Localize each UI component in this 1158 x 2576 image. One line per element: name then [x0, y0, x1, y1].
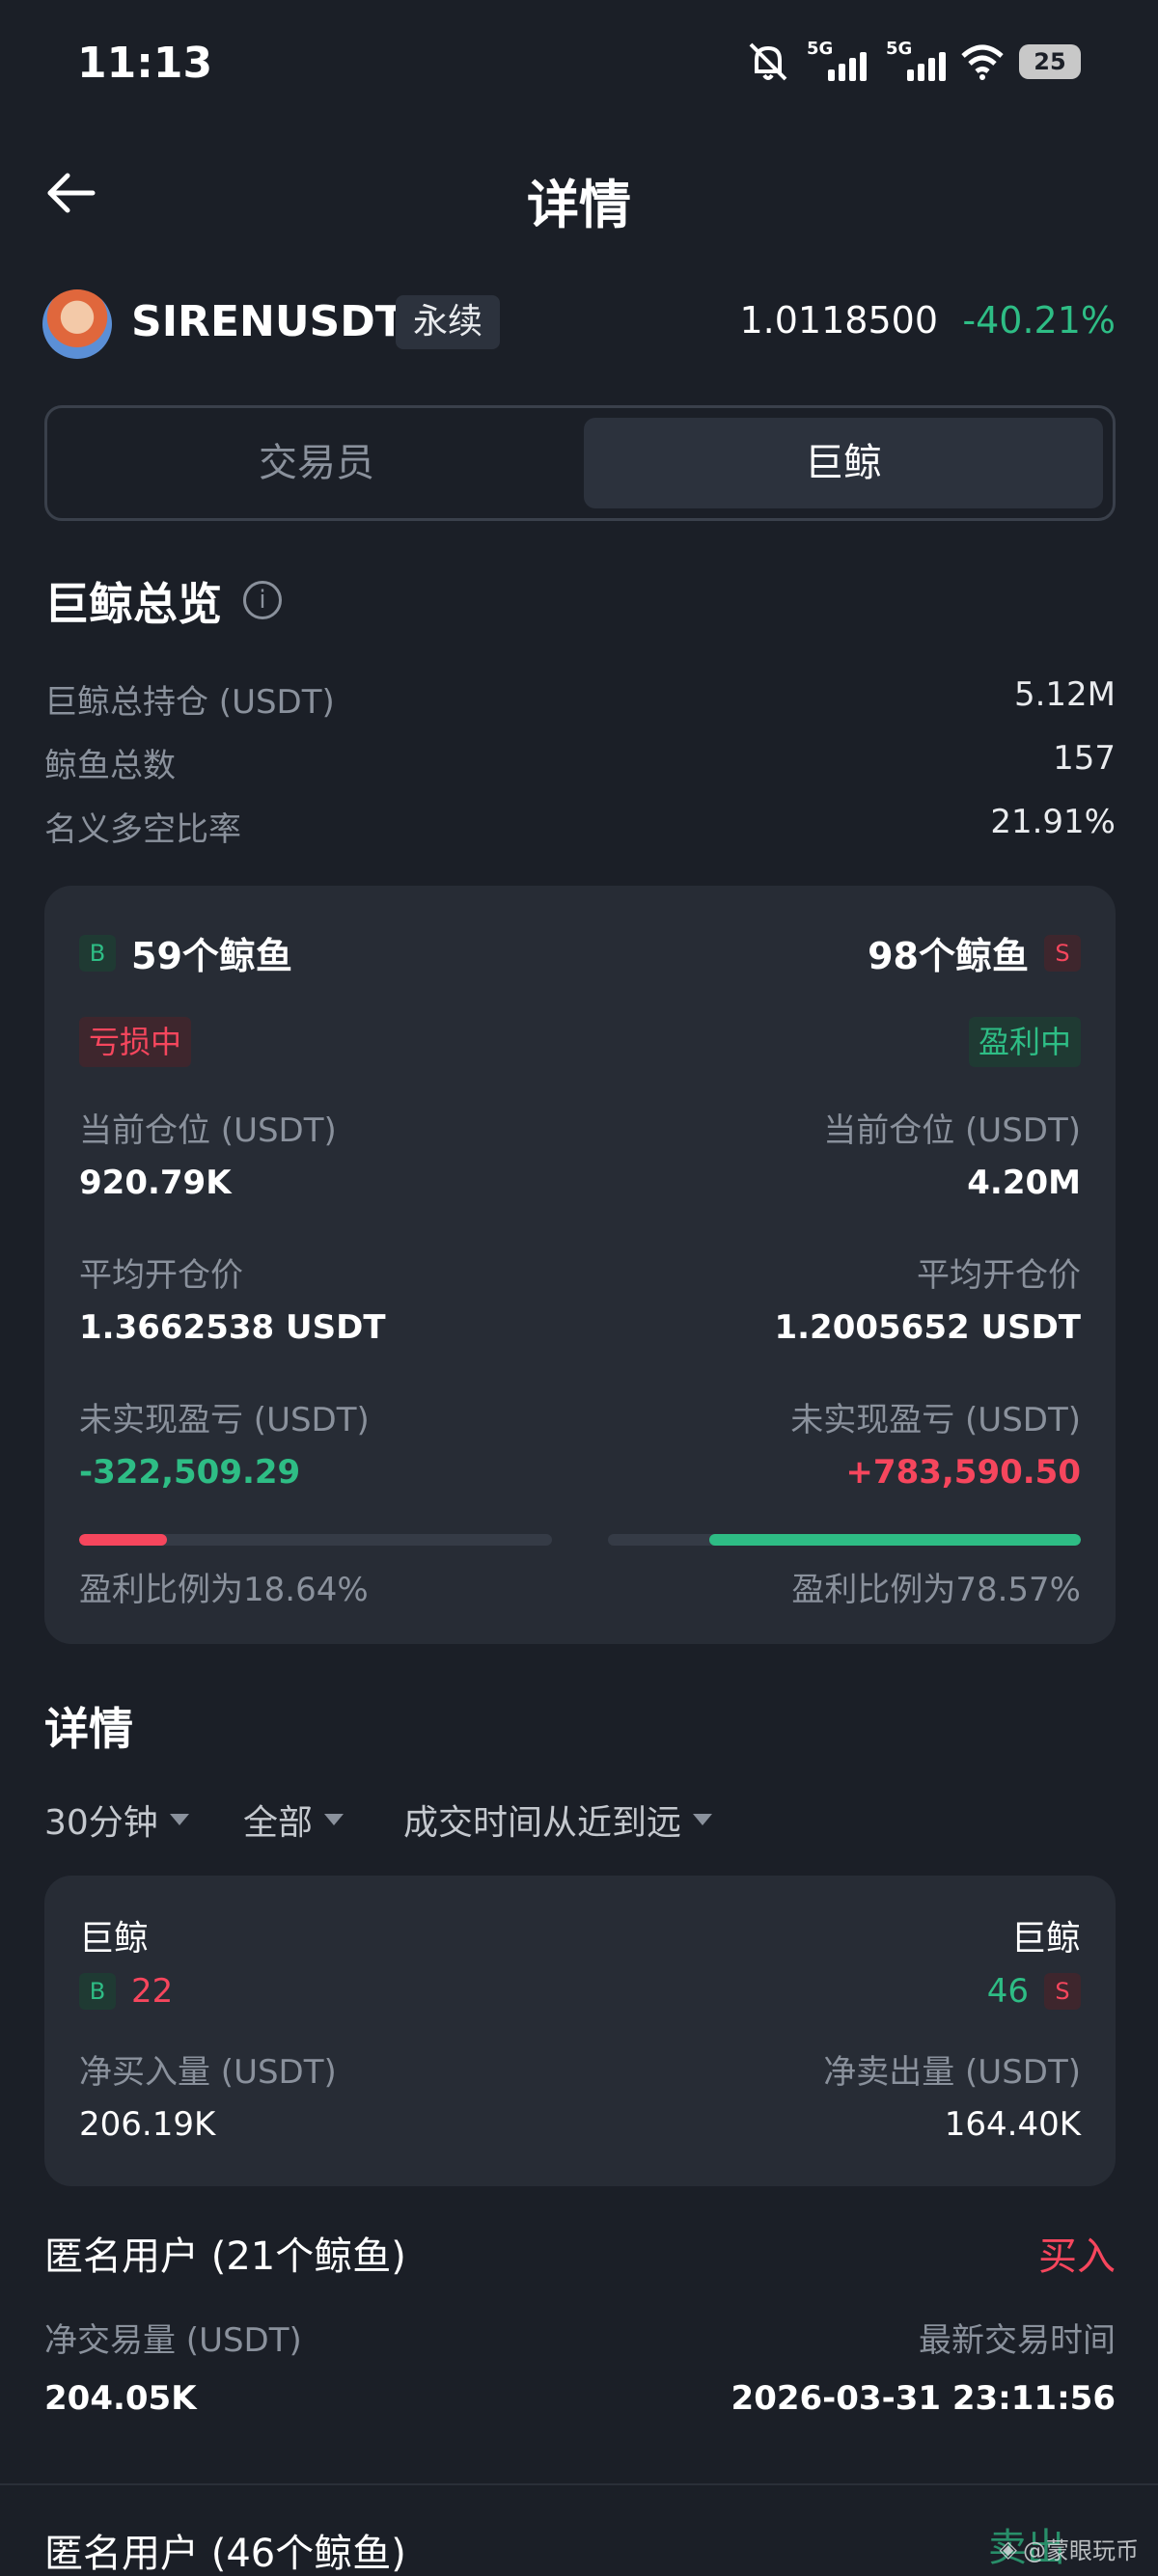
sell-badge: S [1044, 1973, 1081, 2010]
buy-whale-count: 22 [131, 1972, 174, 2011]
net-buy-label: 净买入量 (USDT) [79, 2053, 337, 2092]
record-time-label: 最新交易时间 [919, 2321, 1116, 2360]
short-avg-label: 平均开仓价 [917, 1256, 1081, 1295]
signal-icon-2: 5G [886, 39, 946, 81]
short-profit-bar [608, 1534, 1081, 1546]
tab-whales[interactable]: 巨鲸 [584, 418, 1103, 508]
summary-right-title: 巨鲸 [1010, 1919, 1081, 1959]
whale-detail-page: 11:13 5G 5G 25 详情 SIRENUSDT 永续 1.0118500… [0, 0, 1158, 2576]
wifi-icon [961, 44, 1004, 80]
long-whale-count: 59个鲸鱼 [131, 935, 292, 977]
contract-type-badge: 永续 [396, 295, 501, 349]
details-summary-card: 巨鲸 B 22 净买入量 (USDT) 206.19K 巨鲸 46 S 净卖出量… [44, 1876, 1116, 2186]
filter-side-label: 全部 [243, 1803, 314, 1843]
short-status-tag: 盈利中 [968, 1017, 1081, 1067]
long-avg-price: 1.3662538 USDT [79, 1308, 386, 1347]
overview-value: 21.91% [990, 803, 1116, 841]
record-name[interactable]: 匿名用户 (46个鲸鱼) [44, 2522, 406, 2576]
overview-row-whale-count: 鲸鱼总数 157 [44, 739, 1116, 787]
battery-icon: 25 [1019, 44, 1081, 79]
short-pnl-label: 未实现盈亏 (USDT) [790, 1401, 1081, 1439]
record-side: 买入 [1038, 2234, 1116, 2279]
long-avg-label: 平均开仓价 [79, 1256, 243, 1295]
sell-badge: S [1044, 934, 1081, 972]
filter-sort-label: 成交时间从近到远 [403, 1803, 682, 1843]
summary-buy-count: B 22 [79, 1972, 173, 2011]
symbol-price: 1.0118500 [739, 299, 939, 342]
long-profit-bar-fill [79, 1534, 168, 1546]
info-icon[interactable]: i [243, 581, 282, 619]
net-sell-value: 164.40K [944, 2105, 1081, 2144]
summary-left-title: 巨鲸 [79, 1919, 150, 1959]
net-sell-label: 净卖出量 (USDT) [823, 2053, 1081, 2092]
long-pnl-value: -322,509.29 [79, 1453, 301, 1492]
sell-whale-count: 46 [986, 1972, 1029, 2011]
caret-down-icon [693, 1814, 713, 1825]
details-title: 详情 [44, 1703, 133, 1755]
bell-muted-icon [749, 42, 787, 81]
short-avg-price: 1.2005652 USDT [774, 1308, 1081, 1347]
symbol-name: SIRENUSDT [131, 297, 404, 346]
header: 详情 [0, 145, 1158, 241]
long-status-tag: 亏损中 [79, 1017, 192, 1067]
short-header: 98个鲸鱼 S [868, 926, 1081, 979]
watermark: ◈ @蒙眼玩币 [1000, 2532, 1139, 2565]
overview-label: 名义多空比率 [44, 810, 241, 849]
short-pnl-value: +783,590.50 [845, 1453, 1081, 1492]
buy-badge: B [79, 1973, 116, 2010]
overview-label: 巨鲸总持仓 (USDT) [44, 683, 335, 722]
net-buy-value: 206.19K [79, 2105, 216, 2144]
buy-badge: B [79, 934, 116, 972]
overview-row-total-position: 巨鲸总持仓 (USDT) 5.12M [44, 675, 1116, 724]
record-volume-label: 净交易量 (USDT) [44, 2321, 302, 2360]
segment-tabs: 交易员 巨鲸 [44, 405, 1116, 521]
overview-title: 巨鲸总览 [44, 578, 222, 630]
status-time: 11:13 [77, 39, 213, 88]
caret-down-icon [169, 1814, 189, 1825]
filter-side[interactable]: 全部 [243, 1795, 345, 1845]
record-time: 2026-03-31 23:11:56 [731, 2379, 1116, 2418]
short-whale-count: 98个鲸鱼 [868, 935, 1029, 977]
filter-timeframe-label: 30分钟 [44, 1803, 158, 1843]
token-avatar [42, 289, 112, 359]
summary-sell-count: 46 S [987, 1972, 1081, 2011]
record-volume: 204.05K [44, 2379, 197, 2418]
long-ratio-text: 盈利比例为18.64% [79, 1571, 369, 1609]
long-position-label: 当前仓位 (USDT) [79, 1111, 337, 1150]
short-ratio-text: 盈利比例为78.57% [791, 1571, 1081, 1609]
long-header: B 59个鲸鱼 [79, 926, 292, 979]
short-position-label: 当前仓位 (USDT) [823, 1111, 1081, 1150]
watermark-text: @蒙眼玩币 [1023, 2537, 1139, 2564]
long-pnl-label: 未实现盈亏 (USDT) [79, 1401, 370, 1439]
record-name[interactable]: 匿名用户 (21个鲸鱼) [44, 2225, 406, 2281]
symbol-row: SIRENUSDT 永续 1.0118500 -40.21% [42, 286, 1116, 363]
page-title: 详情 [527, 175, 631, 235]
status-bar: 11:13 5G 5G 25 [0, 0, 1158, 125]
caret-down-icon [324, 1814, 345, 1825]
whale-long-short-card: B 59个鲸鱼 亏损中 当前仓位 (USDT) 920.79K 平均开仓价 1.… [44, 886, 1116, 1644]
long-profit-bar [79, 1534, 552, 1546]
overview-value: 5.12M [1013, 675, 1116, 714]
short-position-value: 4.20M [967, 1164, 1081, 1202]
short-profit-bar-fill [709, 1534, 1081, 1546]
tab-traders[interactable]: 交易员 [57, 418, 576, 508]
symbol-change: -40.21% [962, 299, 1116, 342]
overview-value: 157 [1053, 739, 1116, 778]
long-position-value: 920.79K [79, 1164, 232, 1202]
overview-label: 鲸鱼总数 [44, 747, 176, 785]
overview-row-long-short-ratio: 名义多空比率 21.91% [44, 803, 1116, 851]
watermark-icon: ◈ [999, 2535, 1017, 2562]
status-icons: 5G 5G 25 [745, 37, 1081, 87]
filter-sort[interactable]: 成交时间从近到远 [403, 1795, 713, 1845]
filter-timeframe[interactable]: 30分钟 [44, 1795, 189, 1845]
signal-icon-1: 5G [807, 39, 867, 81]
record-divider [0, 2483, 1158, 2485]
